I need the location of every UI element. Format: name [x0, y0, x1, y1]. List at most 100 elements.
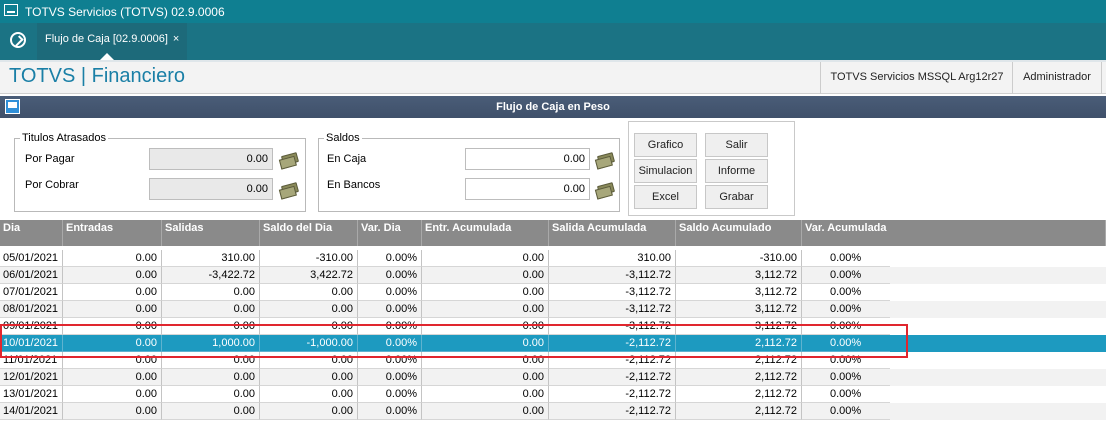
simulacion-button[interactable]: Simulacion	[634, 159, 697, 183]
table-cell[interactable]: 0.00	[162, 369, 260, 386]
en-bancos-field[interactable]: 0.00	[465, 178, 590, 200]
table-cell[interactable]: 0.00%	[358, 284, 422, 301]
table-cell[interactable]: 0.00	[260, 403, 358, 420]
table-cell[interactable]: 3,112.72	[676, 284, 802, 301]
table-cell[interactable]: 0.00	[63, 284, 162, 301]
table-cell[interactable]: 0.00%	[802, 284, 890, 301]
table-cell[interactable]: 0.00	[162, 403, 260, 420]
table-cell[interactable]: 0.00	[422, 250, 549, 267]
table-cell[interactable]: 0.00	[162, 301, 260, 318]
table-cell[interactable]: 0.00	[422, 301, 549, 318]
table-cell[interactable]: 07/01/2021	[0, 284, 63, 301]
table-cell[interactable]: 3,422.72	[260, 267, 358, 284]
table-cell[interactable]: 0.00	[422, 369, 549, 386]
table-cell[interactable]: 0.00	[422, 284, 549, 301]
table-cell[interactable]: 2,112.72	[676, 386, 802, 403]
table-cell[interactable]: 08/01/2021	[0, 301, 63, 318]
table-cell[interactable]: 0.00	[422, 386, 549, 403]
table-cell[interactable]: 0.00	[63, 250, 162, 267]
table-cell[interactable]: -3,112.72	[549, 267, 676, 284]
table-cell[interactable]: 0.00%	[358, 369, 422, 386]
table-cell[interactable]: 0.00	[422, 267, 549, 284]
table-cell[interactable]: 12/01/2021	[0, 369, 63, 386]
por-cobrar-label: Por Cobrar	[25, 179, 79, 191]
close-icon[interactable]: ×	[173, 33, 179, 45]
column-header[interactable]: Entr. Acumulada	[422, 220, 549, 246]
en-caja-field[interactable]: 0.00	[465, 148, 590, 170]
excel-button[interactable]: Excel	[634, 185, 697, 209]
titulos-atrasados-legend: Titulos Atrasados	[22, 132, 106, 144]
table-cell[interactable]: 0.00%	[358, 267, 422, 284]
table-row[interactable]: 13/01/2021 0.00 0.00 0.00 0.00% 0.00 -2,112.72…	[0, 386, 1106, 403]
por-cobrar-field[interactable]: 0.00	[149, 178, 273, 200]
column-header[interactable]: Entradas	[63, 220, 162, 246]
tab-bar: Flujo de Caja [02.9.0006] ×	[0, 23, 1106, 60]
table-row[interactable]: 12/01/2021 0.00 0.00 0.00 0.00% 0.00 -2,112.72…	[0, 369, 1106, 386]
table-cell[interactable]: 06/01/2021	[0, 267, 63, 284]
table-cell[interactable]: 310.00	[549, 250, 676, 267]
table-cell[interactable]: 0.00%	[802, 403, 890, 420]
table-cell[interactable]: -310.00	[260, 250, 358, 267]
table-cell[interactable]: -2,112.72	[549, 369, 676, 386]
column-header[interactable]: Dia	[0, 220, 63, 246]
salir-button[interactable]: Salir	[705, 133, 768, 157]
table-row[interactable]: 08/01/2021 0.00 0.00 0.00 0.00% 0.00 -3,112.72…	[0, 301, 1106, 318]
table-cell[interactable]: 0.00	[422, 403, 549, 420]
table-cell[interactable]: 0.00%	[358, 250, 422, 267]
column-header[interactable]: Salidas	[162, 220, 260, 246]
table-cell[interactable]: 0.00%	[802, 267, 890, 284]
grafico-button[interactable]: Grafico	[634, 133, 697, 157]
table-cell[interactable]: 0.00	[260, 301, 358, 318]
column-header[interactable]: Var. Acumulada	[802, 220, 1106, 246]
table-cell[interactable]: 0.00	[63, 403, 162, 420]
table-cell[interactable]: 0.00%	[802, 301, 890, 318]
table-cell[interactable]: -2,112.72	[549, 403, 676, 420]
table-row[interactable]: 14/01/2021 0.00 0.00 0.00 0.00% 0.00 -2,112.72…	[0, 403, 1106, 420]
table-cell[interactable]: 0.00	[63, 301, 162, 318]
informe-button[interactable]: Informe	[705, 159, 768, 183]
table-cell[interactable]: 05/01/2021	[0, 250, 63, 267]
highlight-box	[0, 324, 908, 358]
table-cell[interactable]: 0.00	[260, 386, 358, 403]
table-cell[interactable]: -3,422.72	[162, 267, 260, 284]
table-row[interactable]: 07/01/2021 0.00 0.00 0.00 0.00% 0.00 -3,112.72…	[0, 284, 1106, 301]
column-header[interactable]: Salida Acumulada	[549, 220, 676, 246]
table-cell[interactable]: 0.00	[260, 284, 358, 301]
table-cell[interactable]: 0.00	[63, 267, 162, 284]
column-header[interactable]: Saldo Acumulado	[676, 220, 802, 246]
server-label[interactable]: TOTVS Servicios MSSQL Arg12r27	[820, 62, 1013, 94]
column-header[interactable]: Var. Dia	[358, 220, 422, 246]
table-cell[interactable]: 0.00%	[802, 369, 890, 386]
en-bancos-label: En Bancos	[327, 179, 381, 191]
table-cell[interactable]: 3,112.72	[676, 301, 802, 318]
table-cell[interactable]: 0.00	[260, 369, 358, 386]
table-cell[interactable]: 310.00	[162, 250, 260, 267]
table-cell[interactable]: 2,112.72	[676, 403, 802, 420]
grabar-button[interactable]: Grabar	[705, 185, 768, 209]
table-cell[interactable]: 0.00%	[802, 386, 890, 403]
table-row[interactable]: 06/01/2021 0.00 -3,422.72 3,422.72 0.00% 0.00…	[0, 267, 1106, 284]
table-cell[interactable]: 0.00%	[358, 403, 422, 420]
column-header[interactable]: Saldo del Dia	[260, 220, 358, 246]
table-cell[interactable]: 3,112.72	[676, 267, 802, 284]
table-cell[interactable]: 0.00	[162, 386, 260, 403]
table-cell[interactable]: 2,112.72	[676, 369, 802, 386]
table-cell[interactable]: -310.00	[676, 250, 802, 267]
table-cell[interactable]: -2,112.72	[549, 386, 676, 403]
table-cell[interactable]: 0.00%	[358, 386, 422, 403]
brand-title: TOTVS | Financiero	[9, 65, 185, 87]
window-title-bar: TOTVS Servicios (TOTVS) 02.9.0006	[0, 0, 1106, 23]
table-cell[interactable]: 0.00	[63, 386, 162, 403]
table-cell[interactable]: 14/01/2021	[0, 403, 63, 420]
table-cell[interactable]: 13/01/2021	[0, 386, 63, 403]
table-cell[interactable]: 0.00	[63, 369, 162, 386]
table-cell[interactable]: 0.00	[162, 284, 260, 301]
user-label[interactable]: Administrador	[1012, 62, 1102, 94]
table-cell[interactable]: -3,112.72	[549, 284, 676, 301]
por-pagar-field[interactable]: 0.00	[149, 148, 273, 170]
home-icon[interactable]	[10, 32, 26, 48]
table-cell[interactable]: 0.00%	[802, 250, 890, 267]
table-cell[interactable]: 0.00%	[358, 301, 422, 318]
table-row[interactable]: 05/01/2021 0.00 310.00 -310.00 0.00% 0.00 310.…	[0, 250, 1106, 267]
table-cell[interactable]: -3,112.72	[549, 301, 676, 318]
